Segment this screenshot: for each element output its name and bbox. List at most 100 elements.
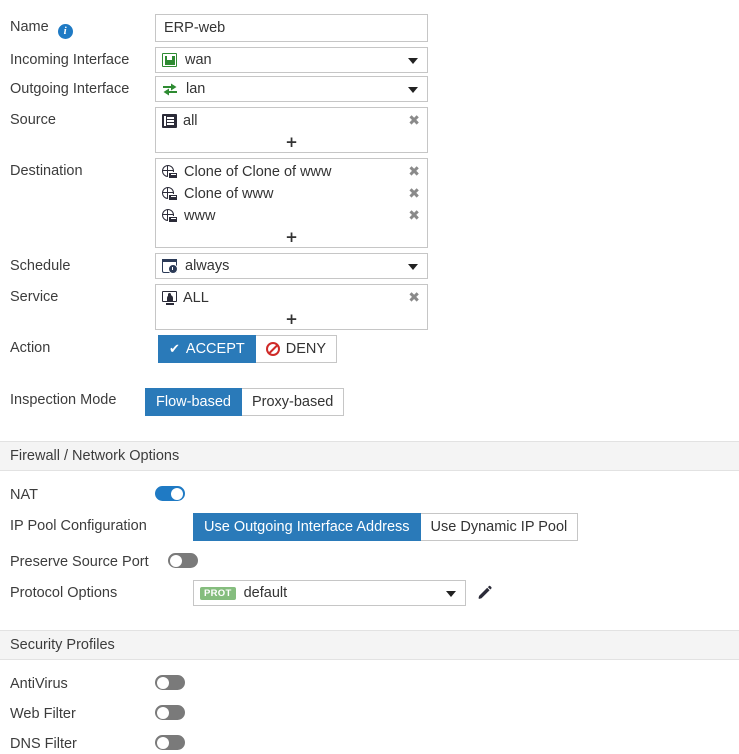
ip-pool-outgoing-interface-button[interactable]: Use Outgoing Interface Address [193, 513, 421, 541]
service-icon [162, 291, 177, 305]
action-label: Action [10, 335, 155, 357]
list-item[interactable]: www ✖ [156, 205, 427, 227]
destination-item-label: www [184, 208, 215, 224]
dns-filter-toggle[interactable] [155, 735, 185, 750]
wan-interface-icon [162, 53, 177, 67]
list-item[interactable]: ALL ✖ [156, 287, 427, 309]
action-deny-label: DENY [286, 340, 326, 358]
row-incoming-interface: Incoming Interface wan [0, 47, 739, 73]
destination-item-label: Clone of www [184, 186, 273, 202]
row-web-filter: Web Filter [0, 701, 739, 723]
list-item[interactable]: all ✖ [156, 110, 427, 132]
ip-pool-segmented-control: Use Outgoing Interface Address Use Dynam… [193, 513, 578, 541]
source-label: Source [10, 107, 155, 129]
outgoing-interface-value: lan [186, 81, 205, 97]
protocol-options-badge: PROT [200, 587, 236, 601]
destination-multiselect[interactable]: Clone of Clone of www ✖ Clone of www ✖ [155, 158, 428, 248]
row-service: Service ALL ✖ + [0, 284, 739, 330]
check-icon: ✔ [169, 343, 180, 356]
row-dns-filter: DNS Filter [0, 731, 739, 753]
row-nat: NAT [0, 482, 739, 504]
row-antivirus: AntiVirus [0, 671, 739, 693]
source-item-label: all [183, 113, 198, 129]
destination-label: Destination [10, 158, 155, 180]
chevron-down-icon [408, 264, 418, 270]
action-deny-button[interactable]: DENY [256, 335, 337, 363]
dns-filter-label: DNS Filter [10, 731, 155, 753]
pencil-icon[interactable] [476, 585, 493, 602]
action-accept-button[interactable]: ✔ ACCEPT [158, 335, 256, 363]
add-icon[interactable]: + [285, 135, 298, 150]
row-ip-pool-configuration: IP Pool Configuration Use Outgoing Inter… [0, 513, 739, 541]
row-outgoing-interface: Outgoing Interface lan [0, 76, 739, 102]
row-schedule: Schedule always [0, 253, 739, 279]
address-object-icon [162, 114, 177, 128]
antivirus-toggle[interactable] [155, 675, 185, 690]
schedule-value: always [185, 258, 229, 274]
remove-icon[interactable]: ✖ [408, 114, 420, 128]
destination-item-label: Clone of Clone of www [184, 164, 332, 180]
row-destination: Destination Clone of Clone of www ✖ [0, 158, 739, 248]
service-item-label: ALL [183, 290, 209, 306]
web-filter-toggle[interactable] [155, 705, 185, 720]
fqdn-address-icon [162, 165, 178, 179]
info-icon[interactable]: i [58, 24, 73, 39]
nat-toggle[interactable] [155, 486, 185, 501]
ip-pool-configuration-label: IP Pool Configuration [10, 513, 155, 535]
remove-icon[interactable]: ✖ [408, 187, 420, 201]
fqdn-address-icon [162, 187, 178, 201]
remove-icon[interactable]: ✖ [408, 209, 420, 223]
remove-icon[interactable]: ✖ [408, 165, 420, 179]
chevron-down-icon [446, 591, 456, 597]
name-input-value: ERP-web [164, 20, 225, 36]
action-accept-label: ACCEPT [186, 340, 245, 358]
inspection-mode-flow-label: Flow-based [156, 393, 231, 411]
section-header-security-profiles: Security Profiles [0, 630, 739, 660]
list-item[interactable]: Clone of www ✖ [156, 183, 427, 205]
section-title: Security Profiles [10, 637, 115, 653]
inspection-mode-proxy-button[interactable]: Proxy-based [242, 388, 344, 416]
protocol-options-select[interactable]: PROT default [193, 580, 466, 606]
schedule-label: Schedule [10, 253, 155, 275]
add-icon[interactable]: + [285, 230, 298, 245]
add-destination-row[interactable]: + [156, 227, 427, 247]
add-service-row[interactable]: + [156, 309, 427, 329]
outgoing-interface-select[interactable]: lan [155, 76, 428, 102]
incoming-interface-label: Incoming Interface [10, 47, 155, 69]
inspection-mode-segmented-control: Flow-based Proxy-based [145, 388, 344, 416]
name-label-text: Name [10, 19, 49, 35]
row-preserve-source-port: Preserve Source Port [0, 549, 739, 571]
section-title: Firewall / Network Options [10, 448, 179, 464]
row-name: Namei ERP-web [0, 14, 739, 42]
ip-pool-dynamic-label: Use Dynamic IP Pool [431, 518, 568, 536]
schedule-select[interactable]: always [155, 253, 428, 279]
name-label: Namei [10, 14, 155, 39]
row-source: Source all ✖ + [0, 107, 739, 153]
name-input[interactable]: ERP-web [155, 14, 428, 42]
preserve-source-port-label: Preserve Source Port [10, 549, 185, 571]
chevron-down-icon [408, 58, 418, 64]
outgoing-interface-label: Outgoing Interface [10, 76, 155, 98]
remove-icon[interactable]: ✖ [408, 291, 420, 305]
preserve-source-port-toggle[interactable] [168, 553, 198, 568]
source-multiselect[interactable]: all ✖ + [155, 107, 428, 153]
service-label: Service [10, 284, 155, 306]
list-item[interactable]: Clone of Clone of www ✖ [156, 161, 427, 183]
schedule-clock-icon [162, 259, 177, 273]
action-segmented-control: ✔ ACCEPT DENY [158, 335, 337, 363]
incoming-interface-value: wan [185, 52, 212, 68]
fqdn-address-icon [162, 209, 178, 223]
incoming-interface-select[interactable]: wan [155, 47, 428, 73]
antivirus-label: AntiVirus [10, 671, 155, 693]
add-icon[interactable]: + [285, 312, 298, 327]
add-source-row[interactable]: + [156, 132, 427, 152]
service-multiselect[interactable]: ALL ✖ + [155, 284, 428, 330]
row-protocol-options: Protocol Options PROT default [0, 580, 739, 606]
web-filter-label: Web Filter [10, 701, 155, 723]
row-inspection-mode: Inspection Mode Flow-based Proxy-based [0, 388, 739, 416]
ip-pool-outgoing-interface-label: Use Outgoing Interface Address [204, 518, 410, 536]
ip-pool-dynamic-button[interactable]: Use Dynamic IP Pool [421, 513, 579, 541]
firewall-policy-editor: Namei ERP-web Incoming Interface wan Out… [0, 14, 739, 754]
inspection-mode-flow-button[interactable]: Flow-based [145, 388, 242, 416]
lan-interface-icon [162, 82, 178, 96]
